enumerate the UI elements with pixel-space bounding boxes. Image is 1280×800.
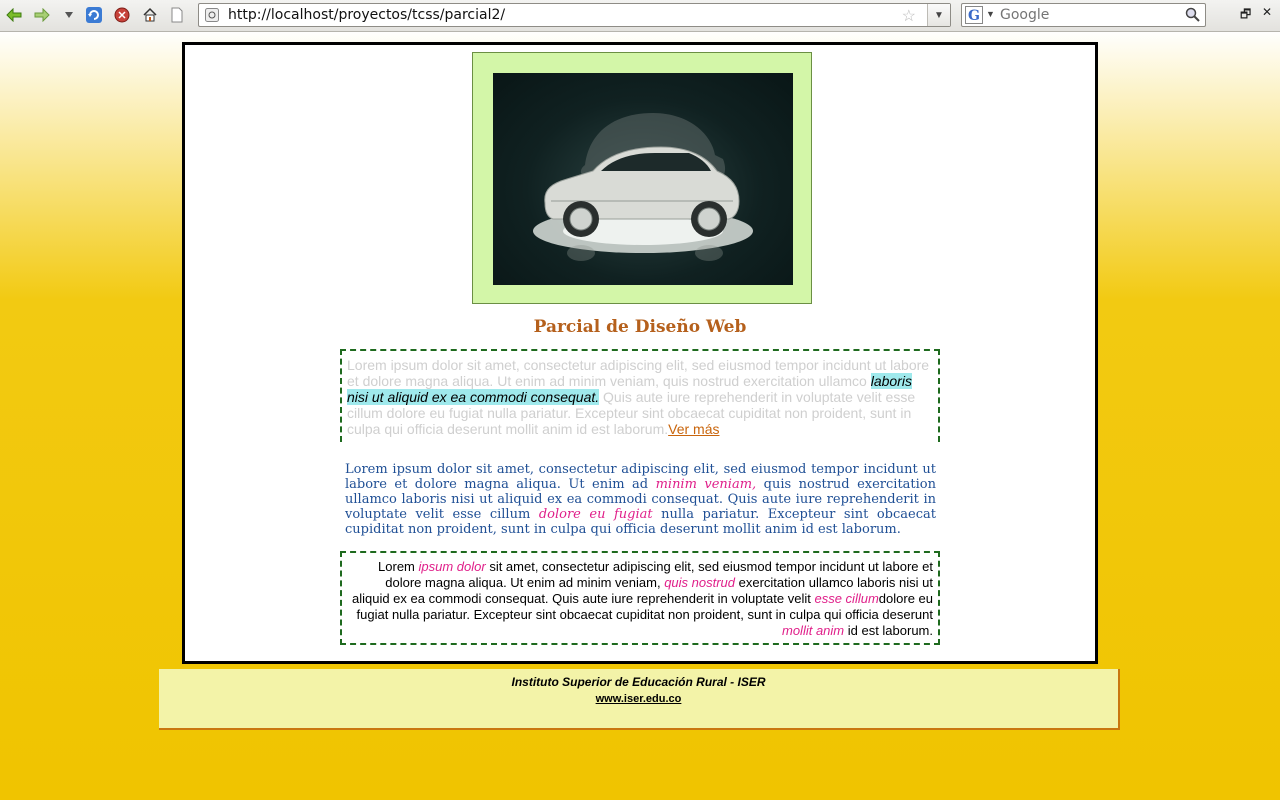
address-bar[interactable]: http://localhost/proyectos/tcss/parcial2… [198,3,951,27]
home-icon[interactable] [141,6,159,24]
blue-paragraph: Lorem ipsum dolor sit amet, consectetur … [345,462,936,537]
box3-emphasis-2: quis nostrud [664,575,736,590]
search-bar[interactable]: G ▼ [961,3,1206,27]
search-magnifier-icon[interactable] [1185,7,1201,28]
ver-mas-link[interactable]: Ver más [668,421,719,437]
bookmark-star-icon[interactable]: ☆ [902,6,916,26]
reload-icon[interactable] [85,6,103,24]
history-dropdown-icon[interactable] [60,6,78,24]
footer-website-link[interactable]: www.iser.edu.co [596,693,682,705]
box3-text-5: id est laborum. [844,623,933,638]
page-icon[interactable] [168,6,186,24]
url-dropdown-icon[interactable]: ▼ [927,4,950,26]
right-aligned-box: Lorem ipsum dolor sit amet, consectetur … [340,551,940,645]
stop-icon[interactable] [113,6,131,24]
back-icon[interactable] [5,6,23,24]
footer-institution: Instituto Superior de Educación Rural - … [511,675,766,689]
box3-emphasis-3: esse cillum [814,591,879,606]
page-container: Parcial de Diseño Web Lorem ipsum dolor … [182,42,1098,664]
site-identity-icon[interactable] [205,8,219,22]
header-photo-frame [472,52,812,304]
para2-emphasis-1: minim veniam, [655,477,757,492]
para2-emphasis-2: dolore eu fugiat [538,507,653,522]
intro-box: Lorem ipsum dolor sit amet, consectetur … [340,349,940,442]
intro-text-before: Lorem ipsum dolor sit amet, consectetur … [347,357,930,389]
box3-emphasis-1: ipsum dolor [418,559,486,574]
footer: Instituto Superior de Educación Rural - … [159,669,1120,730]
box3-text-1: Lorem [378,559,419,574]
search-input[interactable] [1000,6,1180,24]
page-title: Parcial de Diseño Web [533,317,747,337]
car-photo [493,73,793,285]
box3-emphasis-4: mollit anim [782,623,845,638]
browser-toolbar: http://localhost/proyectos/tcss/parcial2… [0,0,1280,32]
restore-window-icon[interactable]: 🗗 [1240,5,1251,26]
close-window-icon[interactable]: ✕ [1262,5,1272,19]
search-engine-dropdown-icon[interactable]: ▼ [986,9,995,19]
search-engine-icon[interactable]: G [965,6,983,24]
forward-icon[interactable] [33,6,51,24]
url-text[interactable]: http://localhost/proyectos/tcss/parcial2… [228,7,505,23]
